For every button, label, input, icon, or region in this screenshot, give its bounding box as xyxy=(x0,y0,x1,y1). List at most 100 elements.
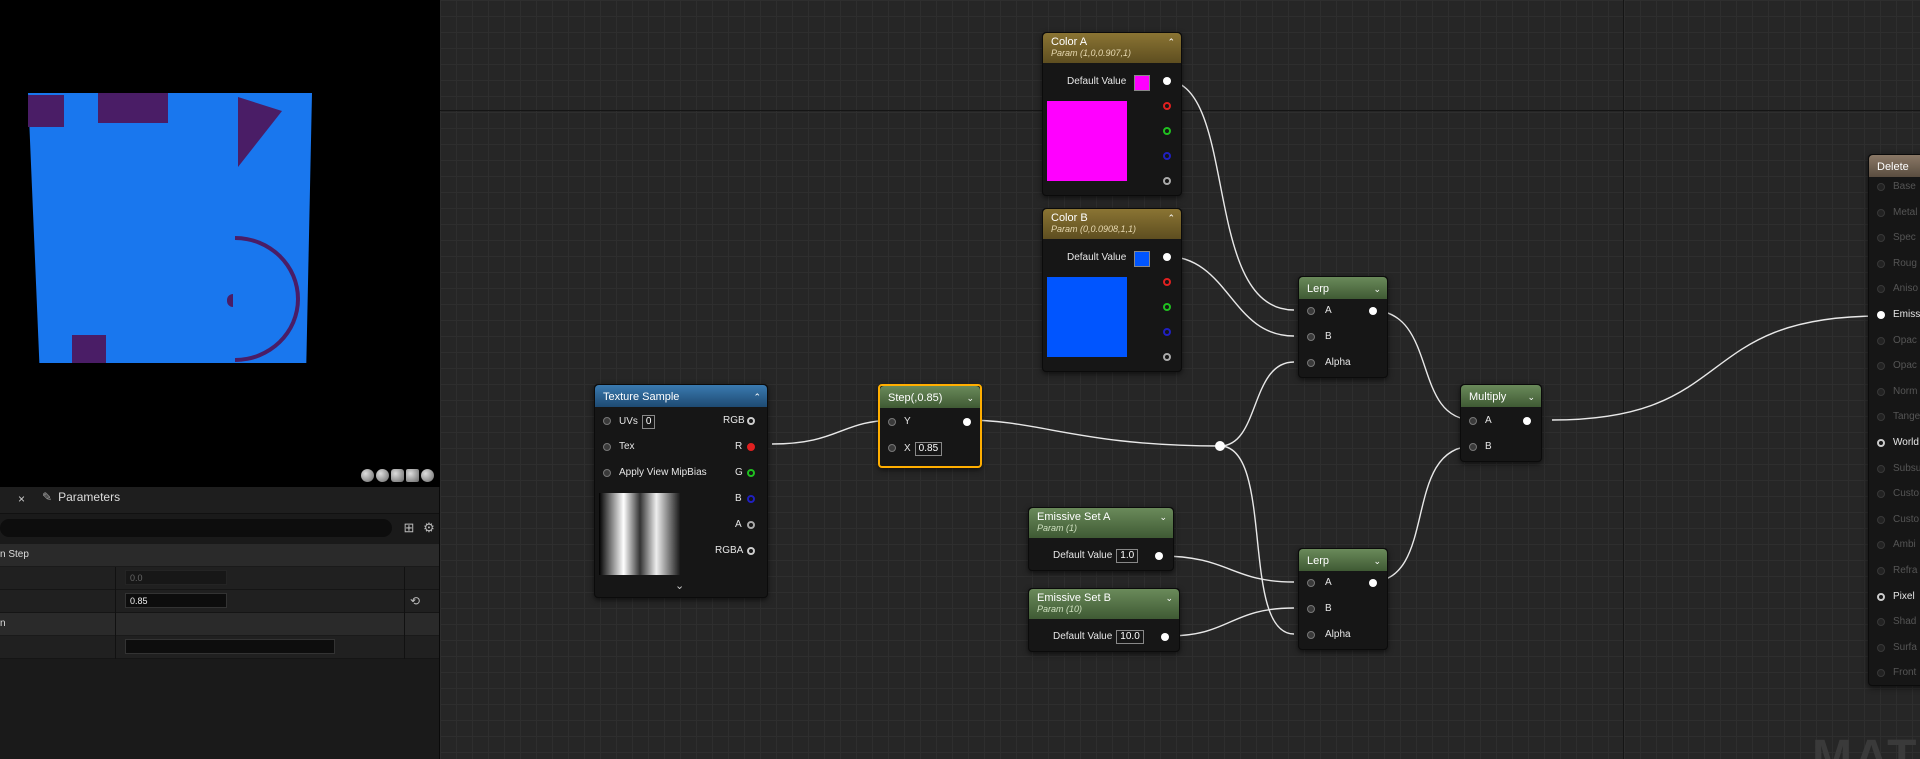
input-pin-16[interactable] xyxy=(1877,592,1885,601)
x-value-input[interactable]: 0.85 xyxy=(914,442,943,456)
input-pin-9[interactable] xyxy=(1877,413,1885,422)
input-pin-13[interactable] xyxy=(1877,515,1885,524)
output-pin-g[interactable] xyxy=(1163,127,1171,135)
input-pin-a[interactable] xyxy=(1307,307,1315,315)
table-view-icon[interactable]: ⊞ xyxy=(402,521,416,535)
details-search-input[interactable] xyxy=(0,519,392,537)
input-pin-mipbias[interactable] xyxy=(603,469,611,477)
node-emissive-set-a[interactable]: Emissive Set A Param (1) ⌄ Default Value… xyxy=(1028,507,1174,571)
input-pin-15[interactable] xyxy=(1877,567,1885,575)
color-swatch-small[interactable] xyxy=(1134,251,1150,267)
output-pin[interactable] xyxy=(1369,307,1377,315)
node-step[interactable]: Step(,0.85) ⌄ Y X 0.85 xyxy=(878,384,982,468)
input-pin-a[interactable] xyxy=(1469,417,1477,425)
tab-parameters[interactable]: ✎ Parameters xyxy=(42,490,120,504)
output-pin[interactable] xyxy=(1161,633,1169,641)
chevron-down-icon[interactable]: ⌄ xyxy=(1159,512,1167,523)
input-pin-8[interactable] xyxy=(1877,387,1885,396)
input-pin-a[interactable] xyxy=(1307,579,1315,587)
output-pin-g[interactable] xyxy=(747,469,755,477)
output-pin-a[interactable] xyxy=(1163,353,1171,361)
output-pin-g[interactable] xyxy=(1163,303,1171,311)
chevron-down-icon[interactable]: ⌄ xyxy=(1527,389,1535,405)
input-pin-5[interactable] xyxy=(1877,311,1885,319)
output-pin-r[interactable] xyxy=(747,443,755,451)
input-pin-b[interactable] xyxy=(1469,443,1477,451)
input-pin-b[interactable] xyxy=(1307,605,1315,613)
gear-icon[interactable]: ⚙ xyxy=(422,521,436,535)
output-pin-rgba[interactable] xyxy=(747,547,755,555)
category-2[interactable]: n xyxy=(0,613,440,635)
output-pin-a[interactable] xyxy=(1163,177,1171,185)
cylinder-icon[interactable] xyxy=(391,469,404,482)
output-pin[interactable] xyxy=(1163,253,1171,261)
input-pin-alpha[interactable] xyxy=(1307,631,1315,639)
output-pin-b[interactable] xyxy=(1163,152,1171,160)
output-pin-rgb[interactable] xyxy=(747,417,755,425)
node-lerp-1[interactable]: Lerp ⌄ A B Alpha xyxy=(1298,276,1388,378)
input-pin-6[interactable] xyxy=(1877,336,1885,345)
teapot-icon[interactable] xyxy=(421,469,434,482)
input-pin-uvs[interactable] xyxy=(603,417,611,425)
input-pin-4[interactable] xyxy=(1877,285,1885,294)
input-pin-19[interactable] xyxy=(1877,669,1885,678)
node-lerp-2[interactable]: Lerp ⌄ A B Alpha xyxy=(1298,548,1388,650)
chevron-down-icon[interactable]: ⌄ xyxy=(1373,281,1381,297)
chevron-down-icon[interactable]: ⌄ xyxy=(675,579,684,592)
input-pin-y[interactable] xyxy=(888,418,896,426)
node-color-b[interactable]: Color B Param (0,0.0908,1,1) ⌃ Default V… xyxy=(1042,208,1182,372)
input-pin-tex[interactable] xyxy=(603,443,611,451)
pin-label: Shad xyxy=(1893,616,1917,628)
input-pin-b[interactable] xyxy=(1307,333,1315,341)
output-pin-r[interactable] xyxy=(1163,102,1171,110)
cube-icon[interactable] xyxy=(406,469,419,482)
sphere-icon[interactable] xyxy=(376,469,389,482)
chevron-down-icon[interactable]: ⌄ xyxy=(1373,553,1381,569)
input-pin-2[interactable] xyxy=(1877,234,1885,243)
output-pin[interactable] xyxy=(1163,77,1171,85)
chevron-down-icon[interactable]: ⌄ xyxy=(1165,593,1173,604)
node-color-a[interactable]: Color A Param (1,0,0.907,1) ⌃ Default Va… xyxy=(1042,32,1182,196)
reset-icon[interactable]: ⟲ xyxy=(410,594,420,608)
input-pin-14[interactable] xyxy=(1877,541,1885,550)
output-pin[interactable] xyxy=(963,418,971,426)
input-pin-3[interactable] xyxy=(1877,259,1885,268)
output-pin[interactable] xyxy=(1155,552,1163,560)
property-value-input[interactable]: 0.85 xyxy=(125,593,227,608)
uvs-value-input[interactable]: 0 xyxy=(641,415,656,429)
input-pin-11[interactable] xyxy=(1877,464,1885,473)
chevron-down-icon[interactable]: ⌄ xyxy=(966,390,974,406)
input-pin-0[interactable] xyxy=(1877,183,1885,191)
output-pin-a[interactable] xyxy=(747,521,755,529)
output-pin-r[interactable] xyxy=(1163,278,1171,286)
node-material-output[interactable]: Delete Base Metal Spec Roug Aniso Emiss Opac Op… xyxy=(1868,154,1920,686)
default-value-input[interactable]: 1.0 xyxy=(1116,549,1139,563)
node-emissive-set-b[interactable]: Emissive Set B Param (10) ⌄ Default Valu… xyxy=(1028,588,1180,652)
input-pin-10[interactable] xyxy=(1877,439,1885,447)
color-swatch-small[interactable] xyxy=(1134,75,1150,91)
chevron-up-icon[interactable]: ⌃ xyxy=(1167,37,1175,48)
output-pin-b[interactable] xyxy=(747,495,755,503)
close-tab-icon[interactable]: × xyxy=(18,492,25,506)
category-step[interactable]: n Step xyxy=(0,544,440,566)
material-preview-viewport[interactable] xyxy=(0,0,440,487)
input-pin-1[interactable] xyxy=(1877,208,1885,217)
input-pin-x[interactable] xyxy=(888,444,896,452)
node-texture-sample[interactable]: Texture Sample ⌃ UVs 0 Tex Apply View MipB… xyxy=(594,384,768,598)
input-pin-17[interactable] xyxy=(1877,618,1885,627)
property-value-input[interactable] xyxy=(125,639,335,654)
material-graph-canvas[interactable]: Color A Param (1,0,0.907,1) ⌃ Default Va… xyxy=(440,0,1920,759)
output-pin[interactable] xyxy=(1369,579,1377,587)
output-pin-b[interactable] xyxy=(1163,328,1171,336)
node-multiply[interactable]: Multiply ⌄ A B xyxy=(1460,384,1542,462)
output-pin[interactable] xyxy=(1523,417,1531,425)
chevron-up-icon[interactable]: ⌃ xyxy=(1167,213,1175,224)
input-pin-12[interactable] xyxy=(1877,490,1885,499)
sphere-icon[interactable] xyxy=(361,469,374,482)
reroute-node[interactable] xyxy=(1215,441,1225,451)
input-pin-7[interactable] xyxy=(1877,362,1885,371)
input-pin-18[interactable] xyxy=(1877,643,1885,652)
default-value-input[interactable]: 10.0 xyxy=(1116,630,1144,644)
input-pin-alpha[interactable] xyxy=(1307,359,1315,367)
chevron-up-icon[interactable]: ⌃ xyxy=(753,389,761,405)
